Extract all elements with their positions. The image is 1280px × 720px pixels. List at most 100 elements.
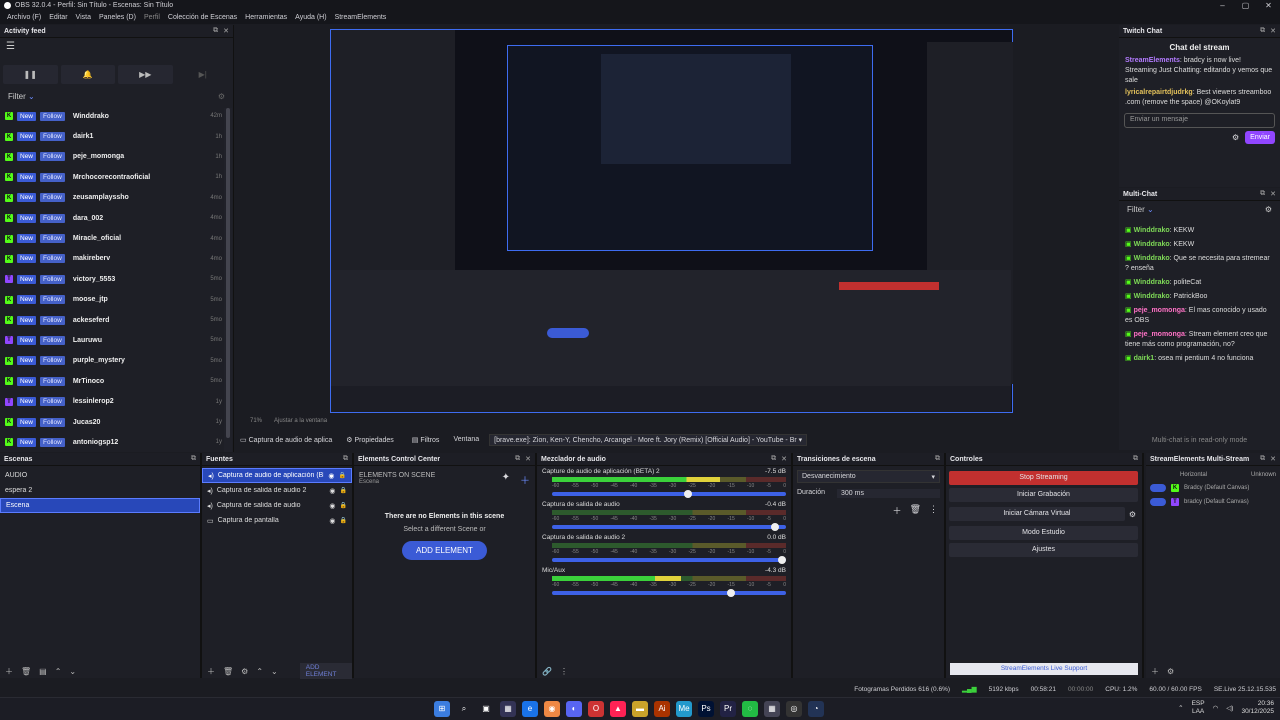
remove-icon[interactable]: 🗑 (21, 667, 31, 676)
add-icon[interactable]: ＋ (893, 504, 902, 517)
feed-row[interactable]: K New Follow antoniogsp12 1y (0, 432, 224, 452)
chat-settings-icon[interactable]: ⚙ (1232, 133, 1239, 142)
transition-select[interactable]: Desvanecimiento ▾ (797, 470, 940, 483)
eye-icon[interactable]: ◉ (329, 517, 335, 525)
remove-icon[interactable]: 🗑 (910, 504, 921, 517)
photoshop-icon[interactable]: Ps (698, 701, 714, 717)
filter-icon[interactable]: ▤ (39, 667, 47, 676)
menu-perfil[interactable]: Perfil (140, 14, 164, 21)
filter-dropdown[interactable]: Filter ⌄ (1127, 205, 1154, 214)
minimize-button[interactable]: – (1211, 0, 1234, 11)
chrome-icon[interactable]: ◉ (544, 701, 560, 717)
send-button[interactable]: Enviar (1245, 131, 1275, 144)
virtual-camera-button[interactable]: Iniciar Cámara Virtual (949, 507, 1125, 521)
feed-row[interactable]: K New Follow ackeseferd 5mo (0, 310, 224, 330)
menu-ayuda[interactable]: Ayuda (H) (291, 14, 330, 21)
edge-icon[interactable]: e (522, 701, 538, 717)
scene-item[interactable]: Escena (0, 498, 200, 513)
add-icon[interactable]: ＋ (5, 666, 13, 677)
volume-slider[interactable] (552, 523, 786, 531)
undock-icon[interactable]: ⧉ (515, 455, 520, 463)
eye-icon[interactable]: ◉ (328, 472, 334, 480)
source-item[interactable]: ◂) Captura de salida de audio 2 ◉ 🔒 (202, 483, 352, 498)
volume-slider[interactable] (552, 490, 786, 498)
wifi-icon[interactable]: ◠ (1213, 704, 1219, 712)
maximize-button[interactable]: ▢ (1234, 0, 1257, 11)
link-icon[interactable]: 🔗 (542, 667, 552, 676)
hamburger-menu-icon[interactable]: ☰ (0, 38, 233, 55)
feed-row[interactable]: K New Follow Mrchocorecontraoficial 1h (0, 167, 224, 187)
undock-icon[interactable]: ⧉ (1260, 455, 1265, 463)
feed-row[interactable]: K New Follow Winddrako 42m (0, 106, 224, 126)
menu-vista[interactable]: Vista (72, 14, 95, 21)
stop-streaming-button[interactable]: Stop Streaming (949, 471, 1138, 485)
menu-coleccion[interactable]: Colección de Escenas (164, 14, 241, 21)
menu-herramientas[interactable]: Herramientas (241, 14, 291, 21)
widgets-icon[interactable]: ▦ (500, 701, 516, 717)
settings-button[interactable]: Ajustes (949, 543, 1138, 557)
brave-icon[interactable]: ▲ (610, 701, 626, 717)
chat-input[interactable]: Enviar un mensaje (1124, 113, 1275, 128)
chat-user[interactable]: Winddrako (1134, 255, 1170, 262)
properties-button[interactable]: ⚙ Propiedades (342, 435, 398, 445)
close-button[interactable]: ✕ (1257, 0, 1280, 11)
toggle-switch[interactable] (1150, 498, 1166, 506)
media-encoder-icon[interactable]: Me (676, 701, 692, 717)
chevron-up-icon[interactable]: ⌃ (1178, 704, 1183, 712)
eye-icon[interactable]: ◉ (329, 487, 335, 495)
close-dock-icon[interactable]: ✕ (1270, 455, 1276, 463)
fit-window[interactable]: Ajustar a la ventana (274, 418, 327, 428)
feed-row[interactable]: K New Follow dara_002 4mo (0, 208, 224, 228)
volume-knob[interactable] (778, 556, 786, 564)
more-icon[interactable]: ⋮ (560, 667, 568, 676)
feed-row[interactable]: K New Follow Jucas20 1y (0, 412, 224, 432)
chat-user[interactable]: dairk1 (1134, 355, 1155, 362)
feed-row[interactable]: T New Follow lessinlerop2 1y (0, 391, 224, 411)
scene-item[interactable]: espera 2 (0, 483, 200, 498)
feed-row[interactable]: K New Follow peje_momonga 1h (0, 147, 224, 167)
gear-icon[interactable]: ⚙ (1167, 667, 1174, 676)
duration-input[interactable]: 300 ms (837, 489, 940, 498)
up-icon[interactable]: ⌃ (55, 667, 62, 676)
add-element-button[interactable]: ADD ELEMENT (299, 663, 352, 679)
whatsapp-icon[interactable]: ◌ (742, 701, 758, 717)
steam-icon[interactable]: ◔ (808, 701, 824, 717)
pause-button[interactable]: ❚❚ (3, 65, 58, 84)
lock-icon[interactable]: 🔒 (340, 502, 347, 509)
undock-icon[interactable]: ⧉ (343, 455, 348, 463)
settings-gear-icon[interactable]: ⚙ (218, 92, 225, 101)
task-view-icon[interactable]: ▣ (478, 701, 494, 717)
down-icon[interactable]: ⌄ (69, 667, 76, 676)
add-icon[interactable]: ＋ (1151, 666, 1159, 677)
volume-knob[interactable] (726, 589, 735, 597)
volume-icon[interactable]: ◁) (1226, 704, 1233, 712)
chat-user[interactable]: peje_momonga (1134, 331, 1185, 338)
undock-icon[interactable]: ⧉ (1260, 190, 1265, 198)
filter-dropdown[interactable]: Filter ⌄ (8, 92, 35, 101)
close-dock-icon[interactable]: ✕ (1270, 27, 1276, 35)
settings-gear-icon[interactable]: ⚙ (1265, 205, 1272, 214)
opera-icon[interactable]: O (588, 701, 604, 717)
feed-row[interactable]: K New Follow purple_mystery 5mo (0, 351, 224, 371)
chat-user[interactable]: Winddrako (1134, 241, 1170, 248)
toggle-switch[interactable] (1150, 484, 1166, 492)
feed-row[interactable]: K New Follow moose_jtp 5mo (0, 290, 224, 310)
feed-row[interactable]: K New Follow MrTinoco 5mo (0, 371, 224, 391)
obs-icon[interactable]: ◎ (786, 701, 802, 717)
up-icon[interactable]: ⌃ (256, 667, 263, 676)
window-select[interactable]: [brave.exe]: Zion, Ken-Y, Chencho, Arcan… (489, 433, 808, 446)
discord-icon[interactable]: ◐ (566, 701, 582, 717)
chat-user[interactable]: Winddrako (1134, 293, 1170, 300)
chat-user[interactable]: Winddrako (1134, 227, 1170, 234)
studio-mode-button[interactable]: Modo Estudio (949, 526, 1138, 540)
menu-paneles[interactable]: Paneles (D) (95, 14, 140, 21)
close-dock-icon[interactable]: ✕ (781, 455, 787, 463)
undock-icon[interactable]: ⧉ (1260, 27, 1265, 35)
close-dock-icon[interactable]: ✕ (525, 455, 531, 463)
gear-icon[interactable]: ⚙ (1129, 510, 1142, 519)
feed-row[interactable]: K New Follow dairk1 1h (0, 126, 224, 146)
close-dock-icon[interactable]: ✕ (223, 27, 229, 35)
feed-row[interactable]: K New Follow zeusamplayssho 4mo (0, 188, 224, 208)
chat-user[interactable]: peje_momonga (1134, 307, 1185, 314)
filters-button[interactable]: ▤ Filtros (408, 435, 444, 445)
